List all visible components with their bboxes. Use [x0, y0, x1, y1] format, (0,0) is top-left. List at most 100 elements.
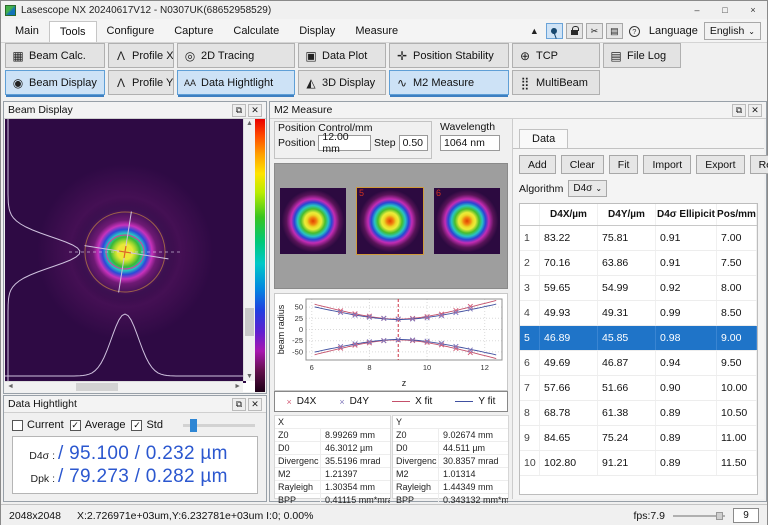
- scroll-up-icon[interactable]: ▲: [244, 120, 255, 127]
- fit-row-rayleigh: Rayleigh1.44349 mm: [393, 481, 508, 494]
- beam-thumbnail-1[interactable]: [280, 188, 346, 254]
- collapse-icon[interactable]: ▲: [526, 23, 543, 39]
- fit-results: XZ08.99269 mmD046.3012 µmDivergenc35.519…: [274, 415, 508, 499]
- toolbar-button-file-log[interactable]: ▤File Log: [603, 43, 681, 68]
- export-button[interactable]: Export: [696, 155, 744, 174]
- fit-row-m2: M21.01314: [393, 468, 508, 481]
- table-row[interactable]: 868.7861.380.8910.50: [520, 401, 757, 426]
- data-section: Data AddClearFitImportExportReport Algor…: [512, 119, 764, 499]
- table-row[interactable]: 270.1663.860.917.50: [520, 251, 757, 276]
- table-row[interactable]: 10102.8091.210.8911.50: [520, 451, 757, 476]
- row-number: 2: [520, 251, 540, 275]
- beam-thumbnail-3[interactable]: 6: [434, 188, 500, 254]
- highlight-slider[interactable]: [183, 424, 255, 427]
- menu-tab-tools[interactable]: Tools: [49, 21, 97, 42]
- beam-thumbnail-2[interactable]: 5: [357, 188, 423, 254]
- menu-tab-display[interactable]: Display: [289, 21, 345, 42]
- pin-icon[interactable]: [546, 23, 563, 39]
- menu-tab-configure[interactable]: Configure: [97, 21, 165, 42]
- scroll-left-icon[interactable]: ◄: [7, 383, 14, 390]
- import-button[interactable]: Import: [643, 155, 691, 174]
- toolbar-button-position-stability[interactable]: ✛Position Stability: [389, 43, 509, 68]
- title-bar: Lasescope NX 20240617V12 - N0307UK(68652…: [1, 1, 767, 19]
- restore-icon[interactable]: ⧉: [732, 104, 746, 117]
- fps-slider[interactable]: [673, 515, 725, 517]
- menu-tab-measure[interactable]: Measure: [345, 21, 408, 42]
- table-header-row: D4X/µmD4Y/µmD4σ EllipicitPos/mm: [520, 204, 757, 226]
- toolbar-button-profile-y[interactable]: ΛProfile Y: [108, 70, 174, 95]
- close-button[interactable]: ×: [739, 1, 767, 19]
- checkbox-average[interactable]: ✓Average: [70, 419, 126, 431]
- scissors-icon[interactable]: ✂: [586, 23, 603, 39]
- toolbar-button-data-plot[interactable]: ▣Data Plot: [298, 43, 386, 68]
- column-header: D4X/µm: [540, 204, 598, 225]
- toolbar-button-multibeam[interactable]: ⣿MultiBeam: [512, 70, 600, 95]
- toolbar-button-m2-measure[interactable]: ∿M2 Measure: [389, 70, 509, 95]
- checkbox-current[interactable]: Current: [12, 419, 64, 431]
- maximize-button[interactable]: □: [711, 1, 739, 19]
- fit-button[interactable]: Fit: [609, 155, 639, 174]
- legend-label: X fit: [415, 396, 432, 407]
- fps-value-input[interactable]: 9: [733, 508, 759, 523]
- beam-horizontal-scrollbar[interactable]: ◄ ►: [5, 381, 243, 392]
- checkbox-std[interactable]: ✓Std: [131, 419, 163, 431]
- toolbar-button-tcp[interactable]: ⊕TCP: [512, 43, 600, 68]
- wavelength-input[interactable]: 1064 nm: [440, 135, 500, 151]
- tab-data[interactable]: Data: [519, 129, 568, 148]
- table-cell: 49.93: [540, 301, 598, 325]
- menu-tab-capture[interactable]: Capture: [164, 21, 223, 42]
- slider-thumb[interactable]: [716, 512, 723, 520]
- menu-tab-main[interactable]: Main: [5, 21, 49, 42]
- report-button[interactable]: Report: [750, 155, 768, 174]
- fit-results-x: XZ08.99269 mmD046.3012 µmDivergenc35.519…: [274, 415, 391, 499]
- scrollbar-thumb[interactable]: [76, 383, 118, 391]
- add-button[interactable]: Add: [519, 155, 556, 174]
- table-row[interactable]: 546.8945.850.989.00: [520, 326, 757, 351]
- algorithm-select[interactable]: D4σ ⌄: [568, 180, 607, 197]
- beam-vertical-scrollbar[interactable]: ▲ ▼: [243, 119, 255, 381]
- toolbar-button-profile-x[interactable]: ΛProfile X: [108, 43, 174, 68]
- data-buttons: AddClearFitImportExportReport: [519, 155, 758, 174]
- table-cell: 59.65: [540, 276, 598, 300]
- scroll-right-icon[interactable]: ►: [234, 383, 241, 390]
- scrollbar-thumb[interactable]: [245, 308, 254, 336]
- table-row[interactable]: 359.6554.990.928.00: [520, 276, 757, 301]
- table-row[interactable]: 757.6651.660.9010.00: [520, 376, 757, 401]
- fit-row-divergenc: Divergenc30.8357 mrad: [393, 455, 508, 468]
- table-row[interactable]: 984.6575.240.8911.00: [520, 426, 757, 451]
- toolbar: ▦Beam Calc.ΛProfile X◎2D Tracing▣Data Pl…: [1, 43, 767, 99]
- checkbox-box[interactable]: ✓: [131, 420, 142, 431]
- toolbar-button-beam-calc[interactable]: ▦Beam Calc.: [5, 43, 105, 68]
- position-input[interactable]: 12.00 mm: [318, 135, 371, 151]
- svg-text:12: 12: [481, 363, 489, 372]
- checkbox-box[interactable]: [12, 420, 23, 431]
- table-cell: 75.81: [598, 226, 656, 250]
- language-select[interactable]: English ⌄: [704, 22, 761, 40]
- scroll-down-icon[interactable]: ▼: [244, 373, 255, 380]
- toolbar-button-label: 3D Display: [322, 77, 375, 89]
- minimize-button[interactable]: –: [683, 1, 711, 19]
- toolbar-button-beam-display[interactable]: ◉Beam Display: [5, 70, 105, 95]
- checkbox-box[interactable]: ✓: [70, 420, 81, 431]
- slider-thumb[interactable]: [190, 419, 197, 432]
- algorithm-label: Algorithm: [519, 183, 563, 195]
- document-icon[interactable]: ▤: [606, 23, 623, 39]
- clear-button[interactable]: Clear: [561, 155, 604, 174]
- close-icon[interactable]: ✕: [248, 398, 262, 411]
- restore-icon[interactable]: ⧉: [232, 398, 246, 411]
- lock-icon[interactable]: [566, 23, 583, 39]
- close-icon[interactable]: ✕: [748, 104, 762, 117]
- restore-icon[interactable]: ⧉: [232, 104, 246, 117]
- toolbar-button-label: Position Stability: [413, 50, 494, 62]
- close-icon[interactable]: ✕: [248, 104, 262, 117]
- toolbar-button-2d-tracing[interactable]: ◎2D Tracing: [177, 43, 295, 68]
- table-row[interactable]: 183.2275.810.917.00: [520, 226, 757, 251]
- toolbar-button-data-hightlight[interactable]: AAData Hightlight: [177, 70, 295, 95]
- table-cell: 0.90: [656, 376, 717, 400]
- help-icon[interactable]: ?: [626, 23, 643, 39]
- table-row[interactable]: 449.9349.310.998.50: [520, 301, 757, 326]
- table-row[interactable]: 649.6946.870.949.50: [520, 351, 757, 376]
- toolbar-button-3d-display[interactable]: ◭3D Display: [298, 70, 386, 95]
- step-input[interactable]: 0.50: [399, 135, 428, 151]
- menu-tab-calculate[interactable]: Calculate: [223, 21, 289, 42]
